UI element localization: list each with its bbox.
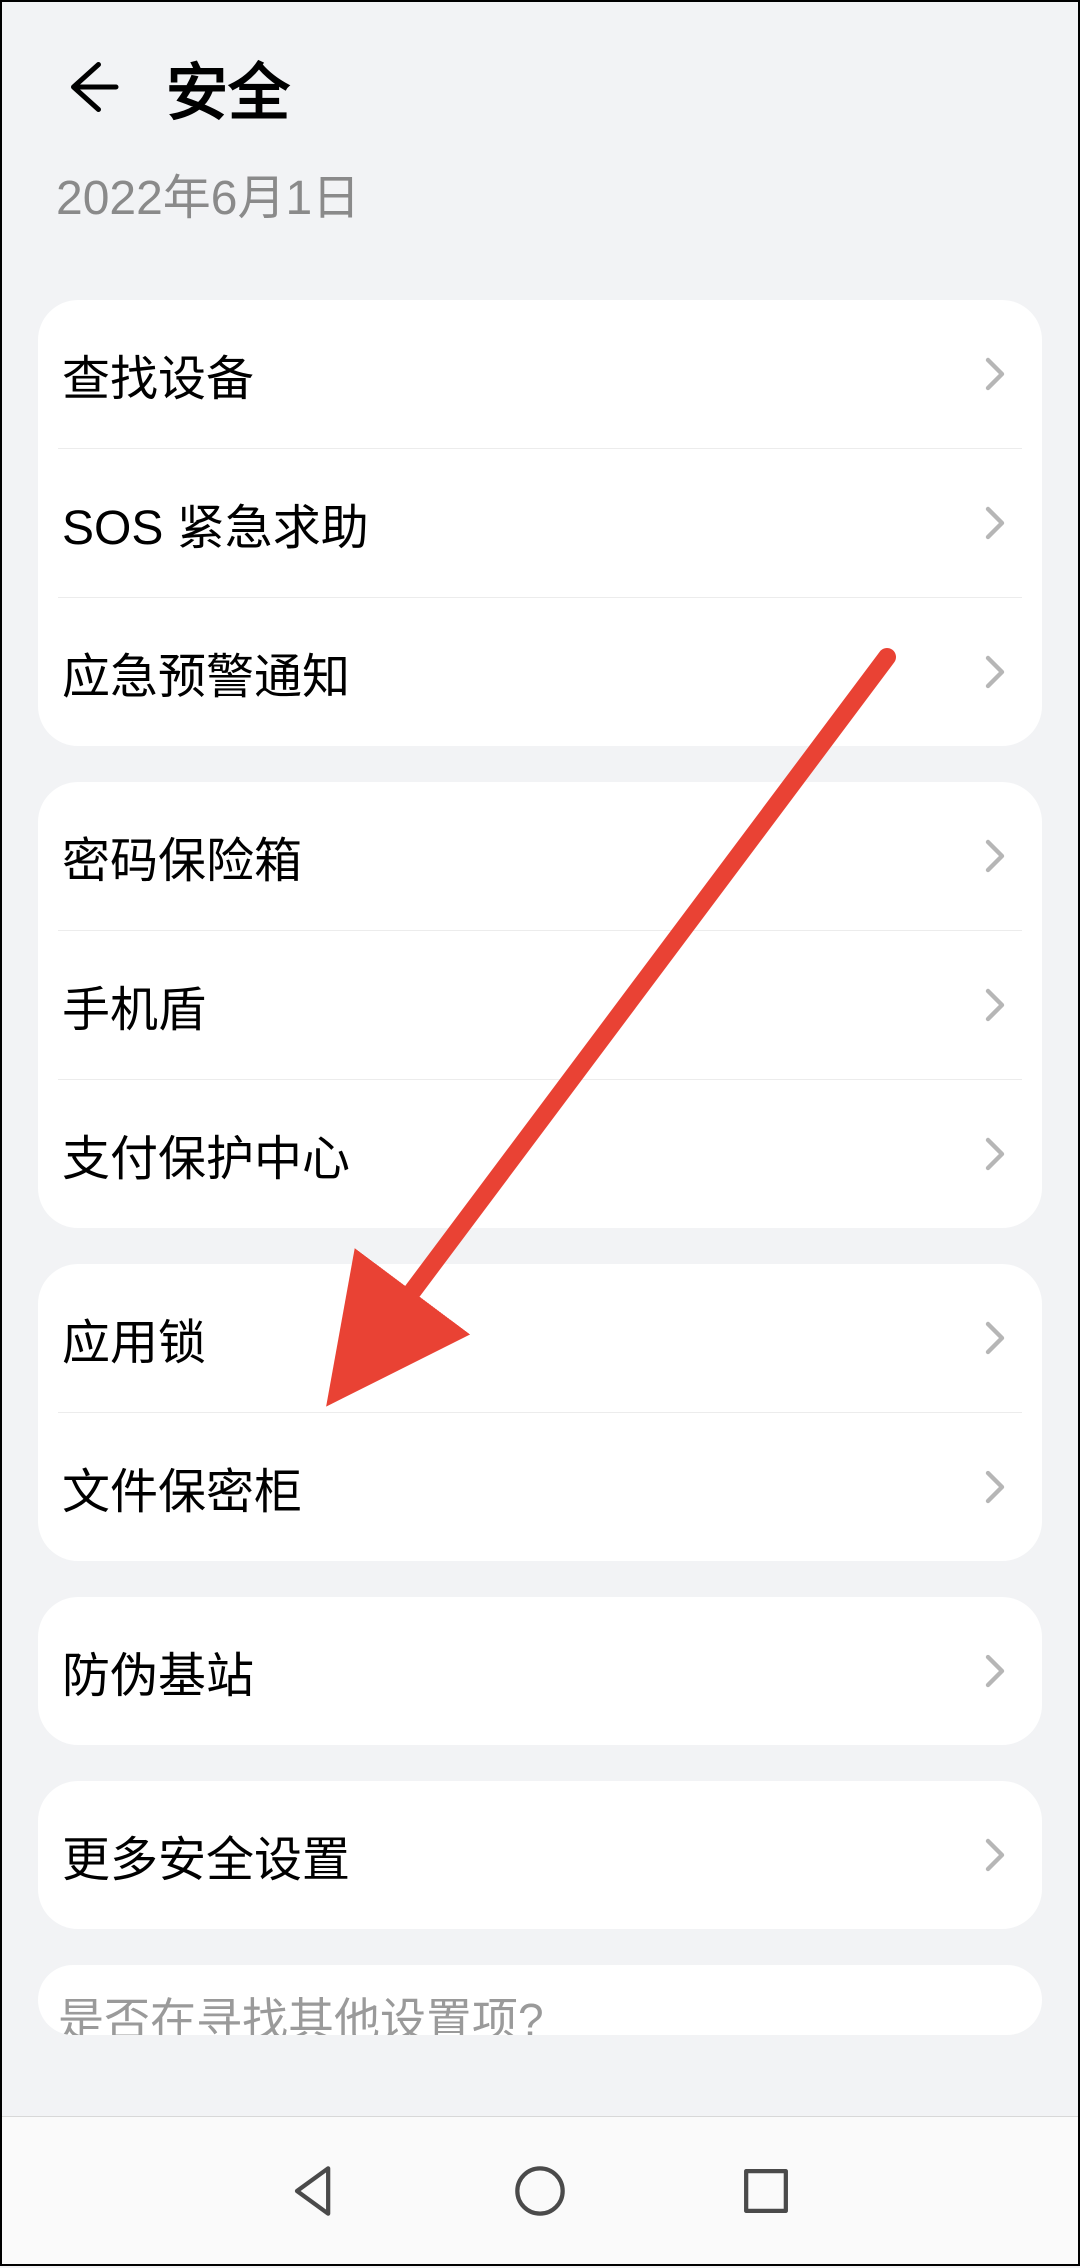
chevron-right-icon xyxy=(974,1133,1016,1175)
card-hint: 是否在寻找其他设置项? xyxy=(38,1965,1042,2035)
nav-recent-button[interactable] xyxy=(732,2157,800,2225)
item-label: SOS 紧急求助 xyxy=(58,488,369,558)
item-password-vault[interactable]: 密码保险箱 xyxy=(38,782,1042,930)
item-label: 查找设备 xyxy=(58,339,254,409)
chevron-right-icon xyxy=(974,1834,1016,1876)
card-group: 密码保险箱 手机盾 支付保护中心 xyxy=(38,782,1042,1228)
chevron-right-icon xyxy=(974,651,1016,693)
nav-home-button[interactable] xyxy=(506,2157,574,2225)
chevron-right-icon xyxy=(974,835,1016,877)
chevron-right-icon xyxy=(974,1317,1016,1359)
item-anti-fake-base[interactable]: 防伪基站 xyxy=(38,1597,1042,1745)
item-sos[interactable]: SOS 紧急求助 xyxy=(38,449,1042,597)
card-group: 防伪基站 xyxy=(38,1597,1042,1745)
item-payment-protection[interactable]: 支付保护中心 xyxy=(38,1080,1042,1228)
item-label: 应用锁 xyxy=(58,1303,206,1373)
hint-text: 是否在寻找其他设置项? xyxy=(58,1997,544,2035)
chevron-right-icon xyxy=(974,353,1016,395)
chevron-right-icon xyxy=(974,502,1016,544)
item-app-lock[interactable]: 应用锁 xyxy=(38,1264,1042,1412)
arrow-left-icon xyxy=(61,57,121,117)
item-phone-shield[interactable]: 手机盾 xyxy=(38,931,1042,1079)
navigation-bar xyxy=(2,2116,1078,2264)
triangle-back-icon xyxy=(280,2157,348,2225)
item-label: 文件保密柜 xyxy=(58,1452,302,1522)
item-more-security[interactable]: 更多安全设置 xyxy=(38,1781,1042,1929)
back-button[interactable] xyxy=(56,52,126,122)
chevron-right-icon xyxy=(974,1466,1016,1508)
date-label: 2022年6月1日 xyxy=(56,158,1024,228)
screen-frame: 安全 2022年6月1日 查找设备 SOS 紧急求助 应急预警通知 xyxy=(0,0,1080,2266)
item-label: 应急预警通知 xyxy=(58,637,350,707)
item-label: 防伪基站 xyxy=(58,1636,254,1706)
chevron-right-icon xyxy=(974,1650,1016,1692)
content: 查找设备 SOS 紧急求助 应急预警通知 xyxy=(2,300,1078,2035)
item-label: 支付保护中心 xyxy=(58,1119,350,1189)
nav-back-button[interactable] xyxy=(280,2157,348,2225)
item-file-safe[interactable]: 文件保密柜 xyxy=(38,1413,1042,1561)
card-group: 应用锁 文件保密柜 xyxy=(38,1264,1042,1561)
page-title: 安全 xyxy=(166,42,290,132)
chevron-right-icon xyxy=(974,984,1016,1026)
title-row: 安全 xyxy=(56,42,1024,132)
circle-home-icon xyxy=(506,2157,574,2225)
item-emergency-alert[interactable]: 应急预警通知 xyxy=(38,598,1042,746)
item-label: 密码保险箱 xyxy=(58,821,302,891)
item-find-device[interactable]: 查找设备 xyxy=(38,300,1042,448)
card-group: 更多安全设置 xyxy=(38,1781,1042,1929)
header: 安全 2022年6月1日 xyxy=(2,2,1078,258)
item-label: 手机盾 xyxy=(58,970,206,1040)
item-label: 更多安全设置 xyxy=(58,1820,350,1890)
square-recent-icon xyxy=(732,2157,800,2225)
card-group: 查找设备 SOS 紧急求助 应急预警通知 xyxy=(38,300,1042,746)
